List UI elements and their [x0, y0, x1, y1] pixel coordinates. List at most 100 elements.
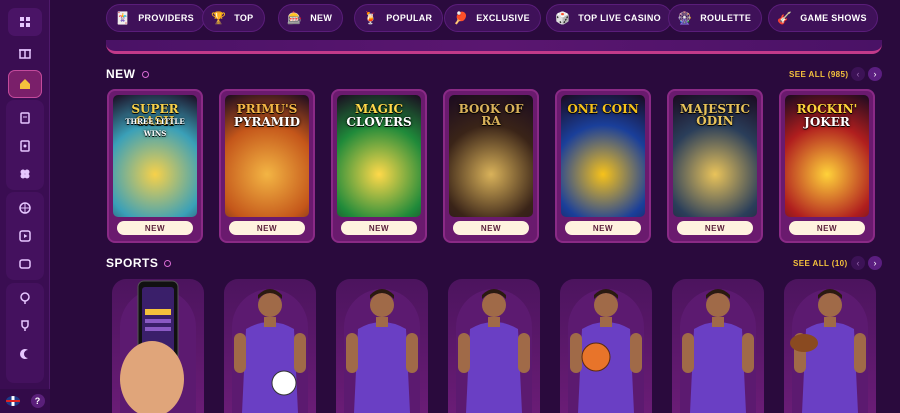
info-icon[interactable]	[164, 259, 172, 267]
nav-label: PROVIDERS	[138, 13, 194, 23]
ring-icon	[20, 292, 30, 304]
chevron-right-icon: ›	[873, 258, 877, 268]
nav-roulette[interactable]: 🎡 ROULETTE	[668, 4, 763, 32]
sport-card[interactable]	[784, 279, 876, 413]
chevron-right-icon: ›	[873, 69, 877, 79]
game-title: PRIMU'S	[236, 102, 298, 116]
see-all-sports-link[interactable]: SEE ALL (10)	[793, 259, 848, 268]
new-badge: NEW	[789, 221, 865, 235]
game-subtitle: JOKER	[804, 115, 850, 129]
nav-game-shows[interactable]: 🎸 GAME SHOWS	[768, 4, 878, 32]
game-title: ONE COIN	[567, 102, 639, 116]
section-title-sports: SPORTS	[106, 256, 172, 270]
sport-card[interactable]	[224, 279, 316, 413]
banner-bottom-edge	[106, 40, 882, 54]
roulette-icon: 🎡	[677, 11, 693, 25]
next-arrow-button[interactable]: ›	[868, 256, 882, 270]
sidebar-menu-button[interactable]	[8, 8, 42, 36]
table-tennis-player-icon	[458, 289, 530, 413]
game-thumbnail: MAGIC CLOVERS	[337, 95, 421, 217]
nav-popular[interactable]: 🍹 POPULAR	[354, 4, 444, 32]
new-badge: NEW	[677, 221, 753, 235]
nav-label: TOP LIVE CASINO	[578, 13, 661, 23]
game-card[interactable]: PRIMU'S PYRAMID NEW	[219, 89, 315, 243]
trophy-icon: 🏆	[211, 11, 227, 25]
info-icon[interactable]	[141, 70, 149, 78]
sport-card[interactable]	[672, 279, 764, 413]
sidebar-item-slots[interactable]	[8, 104, 42, 132]
game-title: BOOK OF RA	[458, 102, 524, 128]
cards-icon	[20, 140, 30, 152]
prev-arrow-button[interactable]: ‹	[851, 67, 865, 81]
game-card[interactable]: MAJESTIC ODIN NEW	[667, 89, 763, 243]
trophy-icon	[21, 320, 29, 331]
live-casino-icon: 🎲	[555, 11, 571, 25]
sidebar-item-sports[interactable]	[8, 194, 42, 222]
game-title: MAJESTIC ODIN	[679, 102, 751, 128]
game-thumbnail: ROCKIN' JOKER	[785, 95, 869, 217]
nav-exclusive[interactable]: 🏓 EXCLUSIVE	[444, 4, 541, 32]
play-icon	[19, 230, 31, 242]
exclusive-icon: 🏓	[453, 11, 469, 25]
game-card[interactable]: MAGIC CLOVERS NEW	[331, 89, 427, 243]
nav-top-live-casino[interactable]: 🎲 TOP LIVE CASINO	[546, 4, 672, 32]
sport-card[interactable]	[448, 279, 540, 413]
section-title-text: NEW	[106, 67, 136, 81]
new-badge: NEW	[453, 221, 529, 235]
sport-card[interactable]	[112, 279, 204, 413]
game-card[interactable]: BOOK OF RA NEW	[443, 89, 539, 243]
game-title: MAGIC	[354, 102, 403, 116]
game-title: ROCKIN'	[796, 102, 858, 116]
hockey-player-icon	[682, 289, 754, 413]
clover-icon	[20, 169, 30, 179]
sidebar-item-vip[interactable]	[8, 340, 42, 368]
sidebar-item-promotions[interactable]	[8, 284, 42, 312]
next-arrow-button[interactable]: ›	[868, 67, 882, 81]
providers-icon: 🃏	[115, 11, 131, 25]
prev-arrow-button[interactable]: ‹	[851, 256, 865, 270]
sidebar-item-home[interactable]	[8, 70, 42, 98]
nav-top[interactable]: 🏆 TOP	[202, 4, 265, 32]
sidebar-item-live[interactable]	[8, 222, 42, 250]
nav-providers[interactable]: 🃏 PROVIDERS	[106, 4, 205, 32]
game-card[interactable]: SUPER CASH THREE LITTLE WINS NEW	[107, 89, 203, 243]
uk-flag-icon[interactable]	[5, 396, 20, 406]
basketball-icon	[19, 202, 31, 214]
sidebar-item-cards[interactable]	[8, 132, 42, 160]
help-icon[interactable]: ?	[30, 394, 45, 408]
sidebar-item-tournaments[interactable]	[8, 312, 42, 340]
tv-icon	[19, 259, 31, 269]
game-thumbnail: ONE COIN	[561, 95, 645, 217]
sidebar: ?	[0, 0, 50, 413]
nav-label: NEW	[310, 13, 333, 23]
nav-label: EXCLUSIVE	[476, 13, 530, 23]
tennis-player-icon	[346, 289, 418, 413]
game-card[interactable]: ONE COIN NEW	[555, 89, 651, 243]
new-badge: NEW	[117, 221, 193, 235]
sidebar-item-gift[interactable]	[8, 38, 42, 66]
game-subtitle: THREE LITTLE WINS	[125, 117, 185, 138]
section-title-text: SPORTS	[106, 256, 159, 270]
football-player-icon	[234, 289, 306, 413]
basketball-player-icon	[570, 289, 642, 413]
game-thumbnail: SUPER CASH THREE LITTLE WINS	[113, 95, 197, 217]
sidebar-item-clover[interactable]	[8, 160, 42, 188]
new-badge: NEW	[565, 221, 641, 235]
sport-card[interactable]	[560, 279, 652, 413]
nav-label: ROULETTE	[700, 13, 752, 23]
american-football-player-icon	[790, 289, 866, 413]
game-thumbnail: PRIMU'S PYRAMID	[225, 95, 309, 217]
menu-icon	[20, 17, 30, 27]
slot-machine-icon	[20, 112, 30, 124]
sidebar-item-tv[interactable]	[8, 250, 42, 278]
new-icon: 🎰	[287, 11, 303, 25]
section-title-new: NEW	[106, 67, 149, 81]
game-subtitle: CLOVERS	[346, 115, 412, 129]
game-card[interactable]: ROCKIN' JOKER NEW	[779, 89, 875, 243]
sport-card[interactable]	[336, 279, 428, 413]
see-all-new-link[interactable]: SEE ALL (985)	[789, 70, 848, 79]
nav-new[interactable]: 🎰 NEW	[278, 4, 344, 32]
new-badge: NEW	[341, 221, 417, 235]
sidebar-footer: ?	[0, 389, 50, 413]
nav-label: TOP	[234, 13, 254, 23]
